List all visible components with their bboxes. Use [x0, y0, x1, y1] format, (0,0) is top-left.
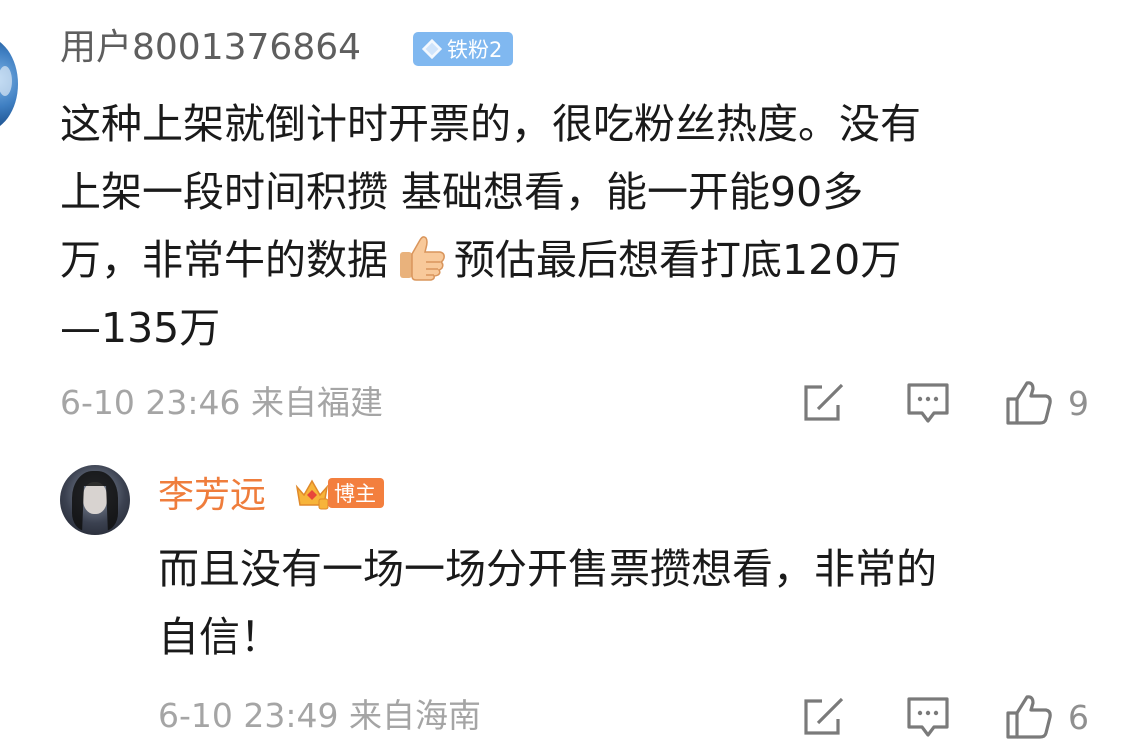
- content-line: 而且没有一场一场分开售票攒想看，非常的: [158, 545, 937, 593]
- like-button[interactable]: 9: [1004, 379, 1089, 427]
- reply-content: 而且没有一场一场分开售票攒想看，非常的 自信！: [158, 535, 1098, 671]
- reply-actions: 6: [800, 692, 1089, 742]
- reply-button[interactable]: [904, 693, 952, 741]
- content-line: 自信！: [158, 613, 281, 661]
- author-badge[interactable]: 博主: [292, 476, 387, 510]
- content-line: —135万: [60, 304, 221, 352]
- avatar-face: [83, 482, 107, 514]
- thumbs-up-icon: [400, 236, 445, 281]
- reply-meta: 6-10 23:49 来自海南: [158, 696, 481, 735]
- like-icon: [1006, 695, 1052, 739]
- like-count: 6: [1068, 697, 1089, 737]
- share-icon: [804, 383, 844, 421]
- share-button[interactable]: [800, 379, 848, 427]
- reply-button[interactable]: [904, 379, 952, 427]
- avatar[interactable]: [0, 36, 18, 132]
- comment-username[interactable]: 用户8001376864: [60, 26, 361, 70]
- crown-icon: [295, 479, 329, 510]
- content-line: 上架一段时间积攒 基础想看，能一开能90多: [60, 168, 864, 216]
- like-icon: [1006, 381, 1052, 425]
- comment-content: 这种上架就倒计时开票的，很吃粉丝热度。没有 上架一段时间积攒 基础想看，能一开能…: [60, 90, 1100, 362]
- fan-level-badge[interactable]: 铁粉2: [413, 32, 513, 66]
- share-button[interactable]: [800, 693, 848, 741]
- avatar[interactable]: [60, 465, 130, 535]
- fan-badge-label: 铁粉2: [447, 38, 503, 62]
- comment-actions: 9: [800, 378, 1089, 428]
- like-button[interactable]: 6: [1004, 693, 1089, 741]
- content-text: 万，非常牛的数据: [60, 236, 388, 284]
- comment-meta: 6-10 23:46 来自福建: [60, 383, 383, 422]
- comment-icon: [907, 383, 949, 423]
- reply-username[interactable]: 李芳远: [158, 474, 266, 518]
- content-text: 预估最后想看打底120万: [454, 236, 902, 284]
- diamond-icon: [421, 38, 443, 60]
- content-line-with-emoji: 万，非常牛的数据 预估最后想看打底120万: [60, 226, 1100, 294]
- content-line: 这种上架就倒计时开票的，很吃粉丝热度。没有: [60, 100, 921, 148]
- author-badge-label: 博主: [328, 478, 384, 508]
- comment-icon: [907, 697, 949, 737]
- share-icon: [804, 697, 844, 735]
- like-count: 9: [1068, 383, 1089, 423]
